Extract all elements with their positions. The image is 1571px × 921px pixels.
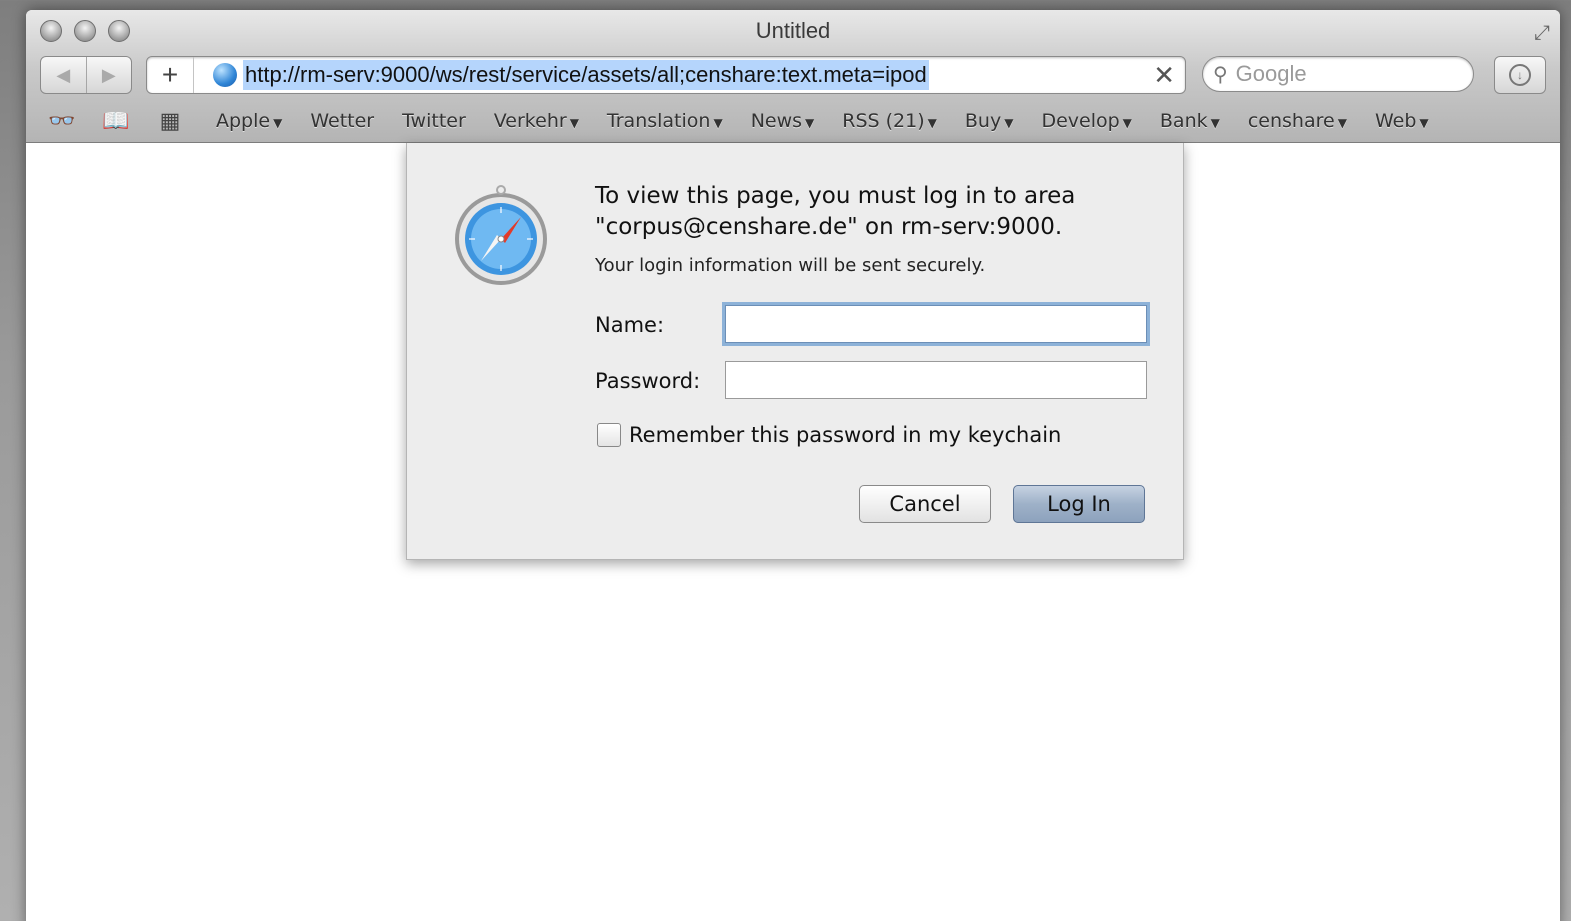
chevron-down-icon: ▼ [713, 116, 723, 130]
address-bar[interactable]: + http://rm-serv:9000/ws/rest/service/as… [146, 56, 1186, 94]
password-input[interactable] [725, 361, 1147, 399]
bookmarks-book-icon[interactable]: 📖 [98, 109, 134, 134]
bookmark-develop[interactable]: Develop ▼ [1041, 110, 1131, 132]
chevron-down-icon: ▼ [1004, 116, 1014, 130]
bookmark-web[interactable]: Web ▼ [1375, 110, 1429, 132]
chevron-down-icon: ▼ [1210, 116, 1220, 130]
bookmark-wetter[interactable]: Wetter [310, 110, 374, 132]
chevron-down-icon: ▼ [1337, 116, 1347, 130]
chevron-down-icon: ▼ [569, 116, 579, 130]
bookmark-translation[interactable]: Translation ▼ [607, 110, 723, 132]
forward-button[interactable]: ▶ [87, 57, 132, 93]
bookmark-twitter[interactable]: Twitter [402, 110, 466, 132]
url-text[interactable]: http://rm-serv:9000/ws/rest/service/asse… [243, 60, 929, 90]
bookmark-rss[interactable]: RSS (21) ▼ [842, 110, 937, 132]
safari-compass-icon [455, 185, 547, 285]
search-icon: ⚲ [1213, 63, 1228, 86]
navigation-toolbar: ◀ ▶ + http://rm-serv:9000/ws/rest/servic… [26, 56, 1560, 98]
bookmarks-bar: 👓 📖 ▦ Apple ▼ Wetter Twitter Verkehr ▼ Tra… [26, 104, 1560, 138]
bookmark-news[interactable]: News ▼ [751, 110, 815, 132]
log-in-button[interactable]: Log In [1013, 485, 1145, 523]
cancel-button[interactable]: Cancel [859, 485, 991, 523]
reading-list-icon[interactable]: 👓 [44, 109, 80, 134]
remember-password-checkbox[interactable] [597, 423, 621, 447]
search-field[interactable]: ⚲ [1202, 56, 1474, 92]
bookmark-verkehr[interactable]: Verkehr ▼ [494, 110, 579, 132]
login-dialog: To view this page, you must log in to ar… [406, 143, 1184, 560]
bookmark-apple[interactable]: Apple ▼ [216, 110, 282, 132]
chevron-down-icon: ▼ [273, 116, 283, 130]
name-input[interactable] [725, 305, 1147, 343]
downloads-button[interactable]: ↓ [1494, 56, 1546, 94]
bookmark-censhare[interactable]: censhare ▼ [1248, 110, 1347, 132]
title-bar: Untitled ⤢ [26, 10, 1560, 52]
clear-url-button[interactable]: ✕ [1153, 60, 1175, 91]
browser-window: Untitled ⤢ ◀ ▶ + http://rm-serv:9000/ws/… [26, 10, 1560, 921]
back-forward-buttons: ◀ ▶ [40, 56, 132, 94]
top-sites-grid-icon[interactable]: ▦ [152, 109, 188, 134]
chevron-down-icon: ▼ [1419, 116, 1429, 130]
secure-note: Your login information will be sent secu… [595, 255, 986, 276]
dialog-message: To view this page, you must log in to ar… [595, 183, 1076, 240]
browser-chrome: Untitled ⤢ ◀ ▶ + http://rm-serv:9000/ws/… [26, 10, 1560, 143]
password-label: Password: [595, 369, 701, 393]
remember-password-row[interactable]: Remember this password in my keychain [595, 423, 1061, 447]
fullscreen-icon[interactable]: ⤢ [1534, 22, 1550, 45]
back-button[interactable]: ◀ [41, 57, 87, 93]
window-title: Untitled [755, 18, 831, 43]
bookmark-buy[interactable]: Buy ▼ [965, 110, 1014, 132]
bookmark-bank[interactable]: Bank ▼ [1160, 110, 1220, 132]
remember-password-label: Remember this password in my keychain [629, 423, 1062, 447]
chevron-down-icon: ▼ [927, 116, 937, 130]
name-label: Name: [595, 313, 665, 337]
chevron-down-icon: ▼ [1122, 116, 1132, 130]
globe-icon [213, 63, 237, 87]
chevron-down-icon: ▼ [805, 116, 815, 130]
add-bookmark-button[interactable]: + [147, 57, 194, 93]
download-icon: ↓ [1509, 64, 1531, 86]
search-input[interactable] [1233, 60, 1438, 88]
